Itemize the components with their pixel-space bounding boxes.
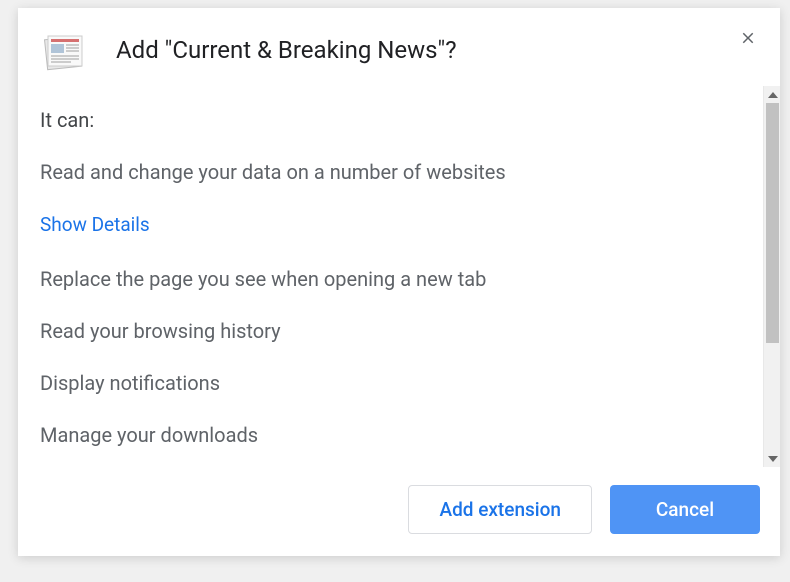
dialog-title: Add "Current & Breaking News"? bbox=[116, 36, 457, 64]
permission-item: Replace the page you see when opening a … bbox=[40, 265, 749, 293]
permission-item: Manage your downloads bbox=[40, 421, 749, 449]
permission-item: Display notifications bbox=[40, 369, 749, 397]
dialog-header: Add "Current & Breaking News"? bbox=[18, 8, 780, 86]
dialog-footer: Add extension Cancel bbox=[18, 467, 780, 556]
close-icon bbox=[739, 29, 757, 47]
close-button[interactable] bbox=[736, 26, 760, 50]
extension-icon bbox=[40, 28, 88, 76]
permissions-intro: It can: bbox=[40, 106, 749, 134]
add-extension-button[interactable]: Add extension bbox=[408, 485, 592, 534]
scrollbar-thumb[interactable] bbox=[766, 103, 779, 343]
cancel-button[interactable]: Cancel bbox=[610, 485, 760, 534]
scrollbar-down-icon[interactable] bbox=[764, 450, 780, 467]
scrollbar-up-icon[interactable] bbox=[764, 86, 780, 103]
show-details-link[interactable]: Show Details bbox=[40, 212, 150, 239]
permission-item: Read and change your data on a number of… bbox=[40, 158, 749, 186]
dialog-body-wrapper: It can: Read and change your data on a n… bbox=[18, 86, 780, 467]
dialog-body: It can: Read and change your data on a n… bbox=[18, 86, 763, 467]
permission-item: Read your browsing history bbox=[40, 317, 749, 345]
extension-install-dialog: Add "Current & Breaking News"? It can: R… bbox=[18, 8, 780, 556]
scrollbar[interactable] bbox=[763, 86, 780, 467]
